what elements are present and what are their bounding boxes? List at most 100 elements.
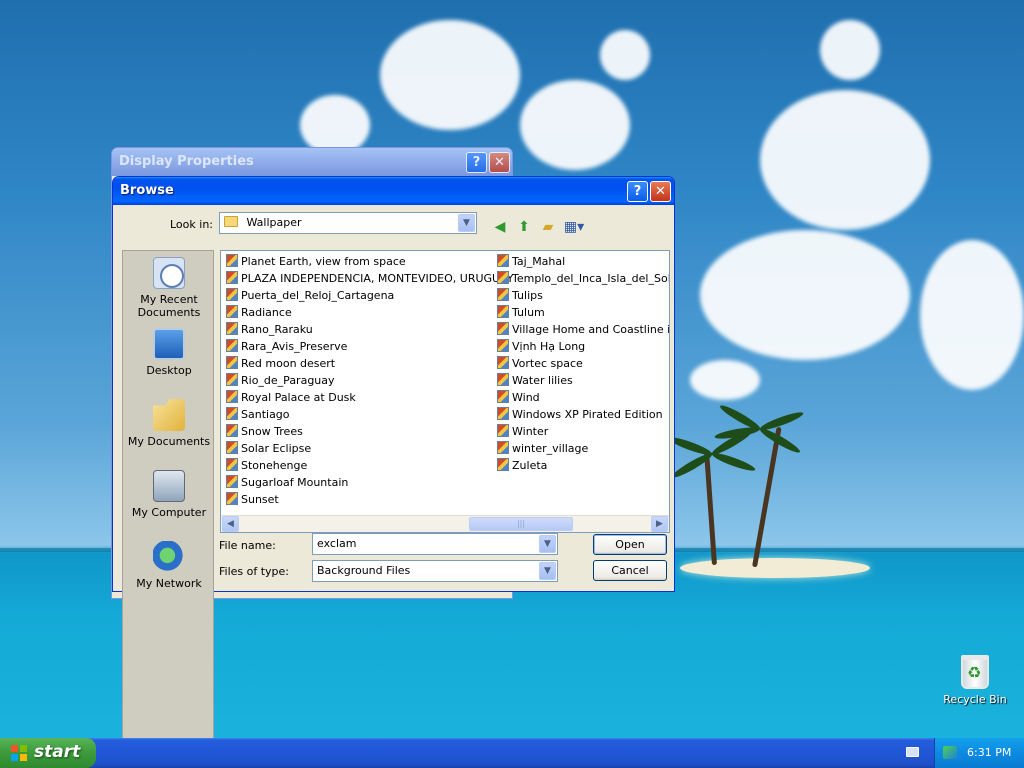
recycle-bin-label: Recycle Bin [943,693,1007,706]
chevron-down-icon[interactable]: ▼ [539,562,556,580]
image-file-icon [226,254,238,267]
chevron-down-icon[interactable]: ▼ [458,214,475,232]
file-item-label: Royal Palace at Dusk [241,391,356,404]
file-item[interactable]: Taj_Mahal [495,253,669,270]
file-item[interactable]: Winter [495,423,669,440]
file-item[interactable]: Sugarloaf Mountain [224,474,514,491]
new-folder-icon: ▰ [542,219,554,235]
start-label: start [34,742,81,762]
cancel-button[interactable]: Cancel [593,560,667,581]
recycle-bin[interactable]: Recycle Bin [940,655,1010,706]
horizontal-scrollbar[interactable]: ◀ ||| ▶ [221,515,669,532]
file-item-label: Solar Eclipse [241,442,312,455]
browse-close-button[interactable]: ✕ [650,181,671,202]
image-file-icon [497,322,509,335]
file-item-label: Tulips [512,289,543,302]
place-my-computer[interactable]: My Computer [123,470,215,519]
chevron-down-icon[interactable]: ▼ [539,535,556,553]
file-item[interactable]: Tulips [495,287,669,304]
file-item-label: Tulum [512,306,545,319]
file-item[interactable]: Rio_de_Paraguay [224,372,514,389]
file-column-1: Planet Earth, view from space PLAZA INDEP… [224,253,514,508]
place-label: My Recent Documents [137,293,201,319]
file-name-input[interactable]: exclam ▼ [312,533,558,555]
image-file-icon [497,458,509,471]
file-item[interactable]: Solar Eclipse [224,440,514,457]
scrollbar-thumb[interactable]: ||| [469,517,573,531]
back-button[interactable]: ◀ [490,217,510,237]
scroll-right-button[interactable]: ▶ [651,516,668,532]
file-item[interactable]: Rara_Avis_Preserve [224,338,514,355]
new-folder-button[interactable]: ▰ [538,217,558,237]
file-item-label: Puerta_del_Reloj_Cartagena [241,289,395,302]
place-my-documents[interactable]: My Documents [123,399,215,448]
image-file-icon [226,441,238,454]
image-file-icon [226,322,238,335]
file-item[interactable]: Puerta_del_Reloj_Cartagena [224,287,514,304]
up-folder-button[interactable]: ⬆ [514,217,534,237]
place-my-network[interactable]: My Network [123,541,215,590]
browse-titlebar[interactable]: Browse [113,177,674,205]
file-item[interactable]: Radiance [224,304,514,321]
file-item-label: Vortec space [512,357,583,370]
keyboard-icon[interactable] [906,747,919,757]
image-file-icon [226,305,238,318]
file-item[interactable]: Santiago [224,406,514,423]
clock[interactable]: 6:31 PM [967,746,1011,759]
look-in-dropdown[interactable]: Wallpaper ▼ [219,212,477,234]
views-menu-button[interactable]: ▦▾ [562,217,586,237]
file-item-label: Village Home and Coastline in Gre [512,323,670,336]
file-item[interactable]: winter_village [495,440,669,457]
file-type-dropdown[interactable]: Background Files ▼ [312,560,558,582]
image-file-icon [226,339,238,352]
file-item[interactable]: Wind [495,389,669,406]
file-item[interactable]: PLAZA INDEPENDENCIA, MONTEVIDEO, URUGUAY [224,270,514,287]
image-file-icon [226,475,238,488]
file-item[interactable]: Stonehenge [224,457,514,474]
file-item[interactable]: Water lilies [495,372,669,389]
image-file-icon [497,288,509,301]
file-item[interactable]: Royal Palace at Dusk [224,389,514,406]
place-desktop[interactable]: Desktop [123,328,215,377]
file-item[interactable]: Rano_Raraku [224,321,514,338]
open-button[interactable]: Open [593,534,667,555]
file-item-label: Sunset [241,493,279,506]
file-item-label: Taj_Mahal [512,255,566,268]
file-item[interactable]: Sunset [224,491,514,508]
recent-documents-icon [153,257,185,289]
file-item-label: Stonehenge [241,459,308,472]
file-item[interactable]: Vịnh Hạ Long [495,338,669,355]
file-item[interactable]: Windows XP Pirated Edition [495,406,669,423]
system-tray: 6:31 PM [934,738,1024,768]
file-item[interactable]: Vortec space [495,355,669,372]
browse-body: Look in: Wallpaper ▼ ◀ ⬆ ▰ ▦▾ My Recent … [116,205,671,766]
network-tray-icon[interactable] [943,746,957,759]
file-item[interactable]: Red moon desert [224,355,514,372]
image-file-icon [226,373,238,386]
file-item[interactable]: Planet Earth, view from space [224,253,514,270]
display-properties-close-button[interactable]: ✕ [489,152,510,173]
folder-icon [224,216,238,227]
image-file-icon [497,305,509,318]
file-item-label: PLAZA INDEPENDENCIA, MONTEVIDEO, URUGUAY [241,272,514,285]
browse-dialog[interactable]: Browse ? ✕ Look in: Wallpaper ▼ ◀ ⬆ ▰ ▦▾… [112,176,675,766]
browse-help-button[interactable]: ? [627,181,648,202]
file-item[interactable]: Zuleta [495,457,669,474]
image-file-icon [226,424,238,437]
start-button[interactable]: start [0,738,96,768]
file-item-label: Planet Earth, view from space [241,255,406,268]
display-properties-titlebar[interactable]: Display Properties [112,148,512,176]
display-properties-help-button[interactable]: ? [466,152,487,173]
file-item[interactable]: Tulum [495,304,669,321]
file-item[interactable]: Templo_del_Inca_Isla_del_Sol [495,270,669,287]
place-recent-documents[interactable]: My Recent Documents [123,257,215,319]
file-list[interactable]: Planet Earth, view from space PLAZA INDEP… [220,250,670,533]
file-type-label: Files of type: [219,565,290,578]
image-file-icon [226,492,238,505]
image-file-icon [497,356,509,369]
file-item[interactable]: Village Home and Coastline in Gre [495,321,670,338]
file-item[interactable]: Snow Trees [224,423,514,440]
scroll-left-button[interactable]: ◀ [222,516,239,532]
file-item-label: Sugarloaf Mountain [241,476,349,489]
image-file-icon [497,373,509,386]
